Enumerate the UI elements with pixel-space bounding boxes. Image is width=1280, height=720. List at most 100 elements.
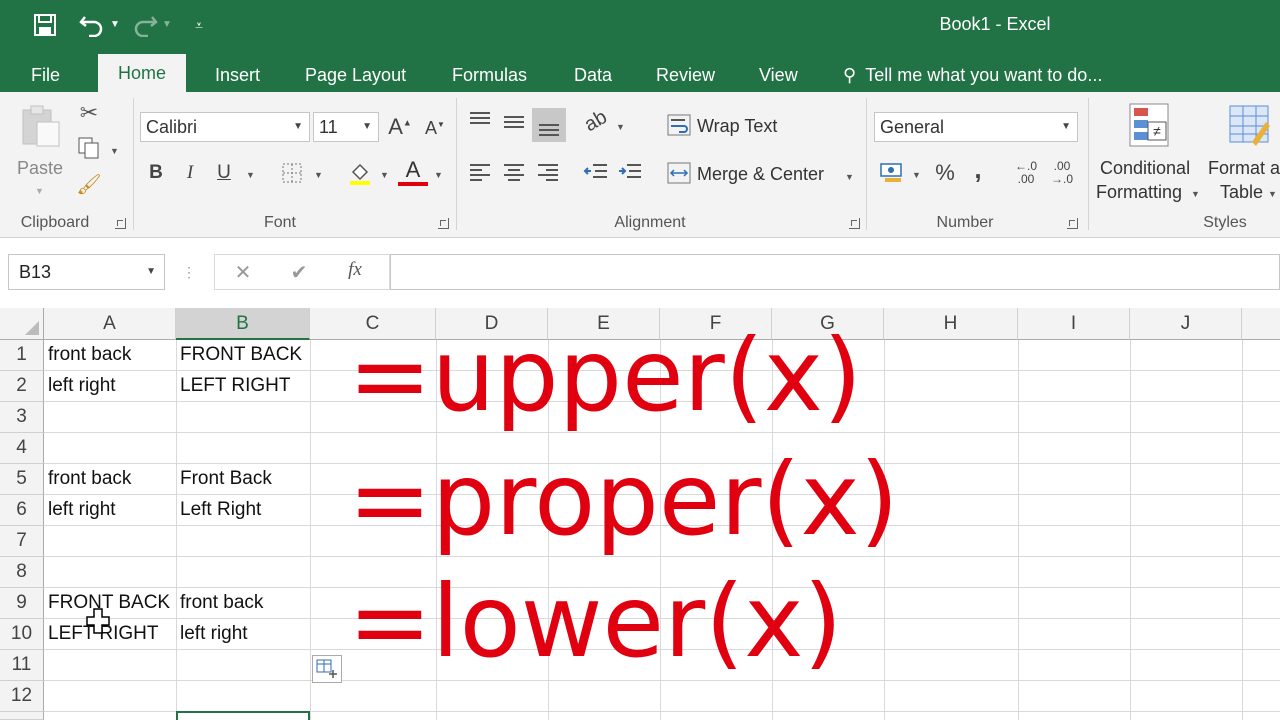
row-header-8[interactable]: 8 (0, 557, 44, 588)
save-icon[interactable] (30, 8, 60, 42)
cell-a2[interactable]: left right (44, 371, 116, 401)
tab-file[interactable]: File (31, 62, 60, 92)
font-color-dropdown-icon[interactable]: ▼ (434, 170, 443, 180)
format-as-table-label-2[interactable]: Table (1220, 182, 1263, 203)
align-center-icon[interactable] (500, 162, 528, 186)
underline-button[interactable]: U (212, 162, 236, 184)
column-header-b[interactable]: B (176, 308, 310, 340)
row-header-13[interactable] (0, 712, 44, 720)
bold-button[interactable]: B (144, 162, 168, 184)
cell-a5[interactable]: front back (44, 464, 131, 494)
conditional-formatting-label-1[interactable]: Conditional (1100, 158, 1190, 179)
number-format-select[interactable]: General ▼ (874, 112, 1078, 142)
column-header-k[interactable] (1242, 308, 1280, 340)
copy-icon[interactable] (76, 136, 102, 162)
align-middle-icon[interactable] (500, 110, 528, 138)
tab-view[interactable]: View (759, 62, 798, 92)
orientation-dropdown-icon[interactable]: ▼ (616, 122, 625, 132)
row-header-4[interactable]: 4 (0, 433, 44, 464)
row-header-7[interactable]: 7 (0, 526, 44, 557)
cell-a1[interactable]: front back (44, 340, 131, 370)
name-box[interactable]: B13 ▼ (8, 254, 165, 290)
fill-color-icon[interactable] (346, 160, 374, 188)
customize-qat-icon[interactable]: ⩡ (190, 8, 208, 42)
conditional-formatting-icon[interactable]: ≠ (1124, 102, 1174, 152)
worksheet-grid[interactable]: A B C D E F G H I J 1 2 3 4 5 6 7 8 9 10… (0, 308, 1280, 720)
borders-dropdown-icon[interactable]: ▼ (314, 170, 323, 180)
percent-button[interactable]: % (932, 160, 958, 186)
enter-icon[interactable]: ✔ (285, 260, 313, 285)
row-header-3[interactable]: 3 (0, 402, 44, 433)
copy-dropdown-icon[interactable]: ▼ (110, 146, 119, 156)
wrap-text-button[interactable]: Wrap Text (697, 116, 777, 137)
paste-dropdown-icon[interactable]: ▼ (35, 186, 44, 196)
clipboard-launcher-icon[interactable] (115, 218, 126, 229)
align-bottom-icon[interactable] (532, 108, 566, 142)
tell-me-box[interactable]: ⚲ Tell me what you want to do... (843, 62, 1102, 92)
row-header-9[interactable]: 9 (0, 588, 44, 619)
column-header-a[interactable]: A (44, 308, 176, 340)
conditional-formatting-dropdown-icon[interactable]: ▼ (1191, 189, 1200, 199)
increase-indent-icon[interactable] (616, 162, 644, 186)
undo-dropdown-icon[interactable]: ▼ (108, 8, 122, 42)
column-header-j[interactable]: J (1130, 308, 1242, 340)
row-header-5[interactable]: 5 (0, 464, 44, 495)
cell-b2[interactable]: LEFT RIGHT (176, 371, 291, 401)
insert-function-icon[interactable]: fx (341, 259, 369, 281)
decrease-indent-icon[interactable] (582, 162, 610, 186)
align-left-icon[interactable] (466, 162, 494, 186)
undo-icon[interactable] (74, 8, 110, 42)
cancel-icon[interactable]: ✕ (229, 260, 257, 285)
tab-review[interactable]: Review (656, 62, 715, 92)
wrap-text-icon[interactable] (666, 114, 692, 138)
format-as-table-icon[interactable] (1224, 102, 1274, 152)
cell-b1[interactable]: FRONT BACK (176, 340, 302, 370)
cell-a6[interactable]: left right (44, 495, 116, 525)
merge-center-icon[interactable] (666, 162, 692, 186)
select-all-button[interactable] (0, 308, 44, 340)
cell-b10[interactable]: left right (176, 619, 248, 649)
tab-home[interactable]: Home (98, 54, 187, 92)
align-right-icon[interactable] (534, 162, 562, 186)
row-header-10[interactable]: 10 (0, 619, 44, 650)
conditional-formatting-label-2[interactable]: Formatting (1096, 182, 1182, 203)
merge-dropdown-icon[interactable]: ▼ (845, 172, 854, 182)
cell-b6[interactable]: Left Right (176, 495, 261, 525)
row-header-6[interactable]: 6 (0, 495, 44, 526)
column-header-h[interactable]: H (884, 308, 1018, 340)
cell-b9[interactable]: front back (176, 588, 263, 618)
row-header-1[interactable]: 1 (0, 340, 44, 371)
accounting-dropdown-icon[interactable]: ▼ (912, 170, 921, 180)
decrease-decimal-button[interactable]: .00 →.0 (1046, 160, 1078, 186)
tab-page-layout[interactable]: Page Layout (305, 62, 406, 92)
underline-dropdown-icon[interactable]: ▼ (246, 170, 255, 180)
tab-formulas[interactable]: Formulas (452, 62, 527, 92)
grow-font-icon[interactable]: A▲ (388, 114, 412, 140)
tab-data[interactable]: Data (574, 62, 612, 92)
more-options-icon[interactable]: ⋮ (182, 264, 196, 281)
merge-center-button[interactable]: Merge & Center (697, 164, 824, 185)
formula-input[interactable] (390, 254, 1280, 290)
row-header-2[interactable]: 2 (0, 371, 44, 402)
font-launcher-icon[interactable] (438, 218, 449, 229)
fill-color-dropdown-icon[interactable]: ▼ (380, 170, 389, 180)
increase-decimal-button[interactable]: ←.0 .00 (1010, 160, 1042, 186)
font-color-icon[interactable]: A (398, 158, 428, 186)
font-family-select[interactable]: Calibri ▼ (140, 112, 310, 142)
comma-button[interactable]: , (968, 154, 988, 185)
font-size-select[interactable]: 11 ▼ (313, 112, 379, 142)
number-launcher-icon[interactable] (1067, 218, 1078, 229)
paste-icon[interactable] (16, 104, 66, 148)
align-top-icon[interactable] (466, 110, 494, 138)
paste-label[interactable]: Paste (17, 158, 63, 179)
alignment-launcher-icon[interactable] (849, 218, 860, 229)
tab-insert[interactable]: Insert (215, 62, 260, 92)
row-header-11[interactable]: 11 (0, 650, 44, 681)
paste-options-button[interactable] (312, 655, 342, 683)
accounting-format-icon[interactable] (878, 160, 906, 186)
shrink-font-icon[interactable]: A▼ (424, 118, 446, 139)
column-header-i[interactable]: I (1018, 308, 1130, 340)
orientation-icon[interactable]: ab (578, 105, 614, 139)
format-as-table-label-1[interactable]: Format a (1208, 158, 1280, 179)
format-as-table-dropdown-icon[interactable]: ▼ (1268, 189, 1277, 199)
